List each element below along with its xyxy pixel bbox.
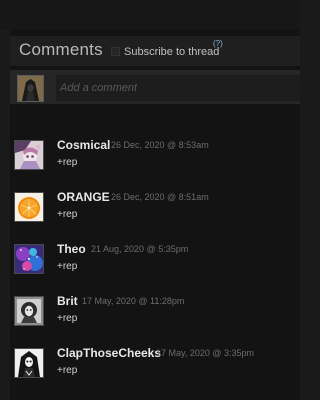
hooded-figure-avatar-icon xyxy=(15,349,43,377)
comment-timestamp: 26 Dec, 2020 @ 8:51am xyxy=(111,192,209,202)
comment-avatar[interactable] xyxy=(14,140,44,170)
portrait-sketch-avatar-icon xyxy=(15,297,43,325)
comment-text: +rep xyxy=(57,365,78,376)
add-comment-input[interactable] xyxy=(56,75,300,101)
anime-character-avatar-icon xyxy=(15,141,43,169)
comment-author-link[interactable]: ORANGE xyxy=(57,190,110,204)
top-strip xyxy=(0,0,300,30)
comment-timestamp: 21 Aug, 2020 @ 5:35pm xyxy=(91,244,189,254)
comment-avatar[interactable] xyxy=(14,348,44,378)
comment-avatar[interactable] xyxy=(14,192,44,222)
comment-timestamp: 17 May, 2020 @ 11:28pm xyxy=(82,296,185,306)
subscribe-checkbox[interactable] xyxy=(111,47,120,56)
comment-timestamp: 17 May, 2020 @ 3:35pm xyxy=(156,348,255,358)
comment-text: +rep xyxy=(57,261,78,272)
comment-author-link[interactable]: Cosmical xyxy=(57,138,110,152)
comment-avatar[interactable] xyxy=(14,244,44,274)
comment-timestamp: 26 Dec, 2020 @ 8:53am xyxy=(111,140,209,150)
galaxy-avatar-icon xyxy=(15,245,43,273)
comment-text: +rep xyxy=(57,209,78,220)
comment-item: Theo 21 Aug, 2020 @ 5:35pm +rep xyxy=(14,242,300,286)
user-avatar-icon xyxy=(18,76,43,101)
subscribe-help-link[interactable]: (?) xyxy=(213,39,223,48)
comment-text: +rep xyxy=(57,157,78,168)
comment-item: ClapThoseCheeks 17 May, 2020 @ 3:35pm +r… xyxy=(14,346,300,390)
comment-text: +rep xyxy=(57,313,78,324)
comment-author-link[interactable]: Brit xyxy=(57,294,78,308)
comment-author-link[interactable]: Theo xyxy=(57,242,86,256)
comment-item: Brit 17 May, 2020 @ 11:28pm +rep xyxy=(14,294,300,338)
comment-author-link[interactable]: ClapThoseCheeks xyxy=(57,346,161,360)
subscribe-label[interactable]: Subscribe to thread xyxy=(124,46,219,58)
current-user-avatar xyxy=(17,75,44,102)
comment-avatar[interactable] xyxy=(14,296,44,326)
orange-fruit-avatar-icon xyxy=(15,193,43,221)
comment-item: Cosmical 26 Dec, 2020 @ 8:53am +rep xyxy=(14,138,300,182)
comments-title: Comments xyxy=(19,40,103,59)
comment-item: ORANGE 26 Dec, 2020 @ 8:51am +rep xyxy=(14,190,300,234)
